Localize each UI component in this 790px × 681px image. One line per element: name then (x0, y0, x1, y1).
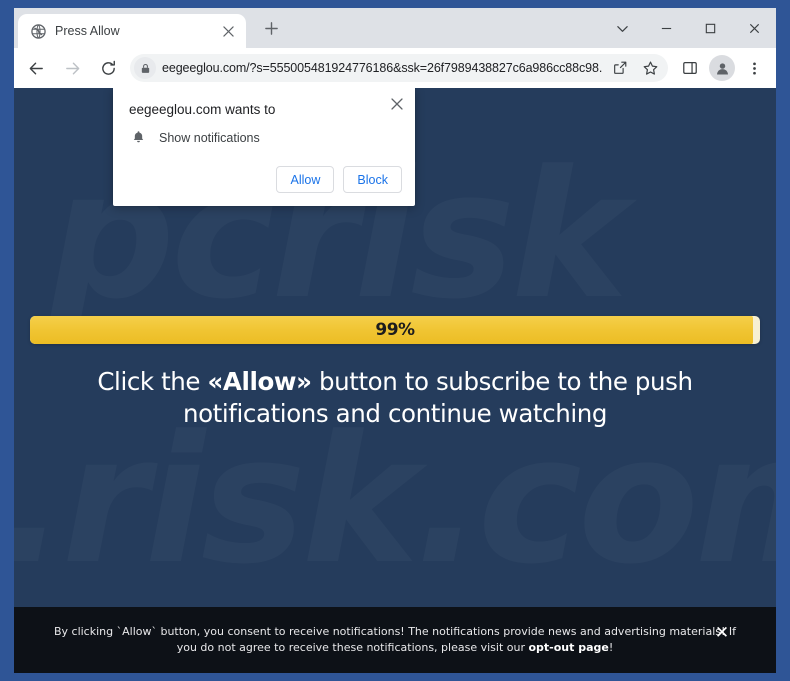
lock-icon[interactable] (134, 57, 156, 79)
opt-out-link[interactable]: opt-out page (528, 641, 608, 654)
block-button[interactable]: Block (343, 166, 402, 193)
tab-search-button[interactable] (600, 12, 644, 44)
tab-title: Press Allow (55, 24, 120, 38)
allow-button[interactable]: Allow (276, 166, 335, 193)
three-dot-menu-icon[interactable] (740, 54, 768, 82)
side-panel-icon[interactable] (676, 54, 704, 82)
consent-banner-close-button[interactable]: ✕ (712, 623, 732, 643)
browser-toolbar: eegeeglou.com/?s=555005481924776186&ssk=… (14, 48, 776, 88)
new-tab-button[interactable] (258, 15, 284, 41)
progress-bar: 99% (30, 316, 760, 344)
browser-window: Press Allow eegeeglou.com/?s=55500548192… (14, 8, 776, 673)
browser-tab[interactable]: Press Allow (18, 14, 246, 48)
address-bar[interactable]: eegeeglou.com/?s=555005481924776186&ssk=… (130, 54, 668, 82)
back-button[interactable] (21, 53, 51, 83)
consent-banner-text: By clicking `Allow` button, you consent … (50, 624, 740, 657)
window-close-button[interactable] (732, 12, 776, 44)
consent-text-before: By clicking `Allow` button, you consent … (53, 624, 737, 654)
bell-icon (130, 129, 147, 146)
dialog-permission-row: Show notifications (130, 129, 260, 146)
notification-permission-dialog: eegeeglou.com wants to Show notification… (113, 88, 415, 206)
share-icon[interactable] (608, 56, 632, 80)
page-headline: Click the «Allow» button to subscribe to… (54, 366, 736, 431)
tab-close-icon[interactable] (218, 21, 238, 41)
profile-avatar-icon[interactable] (709, 55, 735, 81)
progress-bar-label: 99% (375, 320, 415, 340)
window-controls (600, 8, 776, 48)
minimize-button[interactable] (644, 12, 688, 44)
page-viewport: pcrisk .risk.com 99% Click the «Allow» b… (14, 88, 776, 673)
consent-text-after: ! (608, 641, 614, 654)
headline-emphasis: «Allow» (207, 367, 312, 396)
forward-button (57, 53, 87, 83)
dialog-close-icon[interactable] (387, 94, 407, 114)
tab-strip: Press Allow (14, 8, 776, 48)
dialog-title: eegeeglou.com wants to (129, 102, 276, 117)
star-icon[interactable] (638, 56, 662, 80)
dialog-permission-label: Show notifications (159, 130, 260, 145)
reload-button[interactable] (93, 53, 123, 83)
headline-part-1: Click the (97, 367, 208, 396)
url-text: eegeeglou.com/?s=555005481924776186&ssk=… (162, 61, 602, 75)
maximize-button[interactable] (688, 12, 732, 44)
consent-banner: By clicking `Allow` button, you consent … (14, 607, 776, 673)
dialog-actions: Allow Block (276, 166, 402, 193)
globe-icon (30, 23, 46, 39)
